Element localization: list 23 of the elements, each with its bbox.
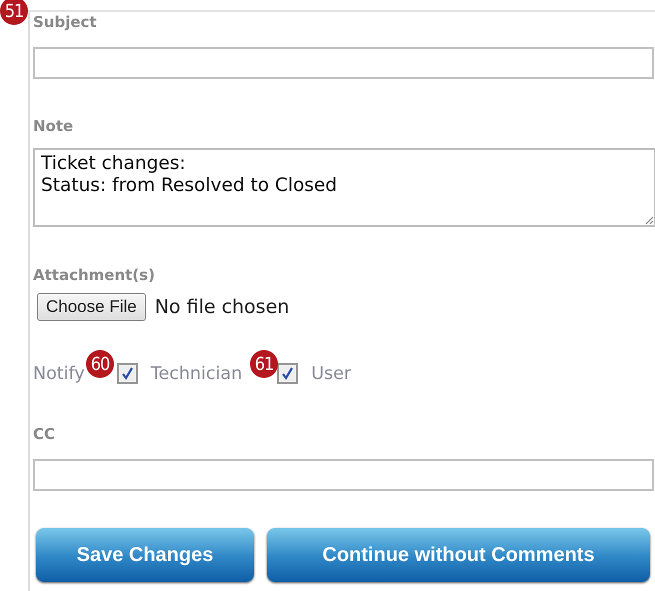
subject-field[interactable] [33,47,654,79]
checkbox-label: Technician [150,364,242,384]
number-badge: 60 [86,350,114,378]
field-label: Attachment(s) [33,266,155,284]
choose-file-button[interactable]: Choose File [37,293,146,321]
field-label: Note [33,117,74,135]
check-icon [120,367,134,380]
number-badge: 51 [0,0,28,25]
resize-grip-icon[interactable] [644,215,654,225]
note-text: Ticket changes: Status: from Resolved to Closed [41,153,338,197]
notify-label: Notify [33,364,85,384]
file-status: No file chosen [154,296,290,318]
cc-field[interactable] [33,459,654,491]
field-label: CC [33,425,56,443]
continue-button[interactable]: Continue without Comments [267,528,650,582]
number-badge: 61 [250,350,278,378]
checkbox[interactable] [116,363,138,384]
save-changes-button[interactable]: Save Changes [36,528,254,582]
checkbox-label: User [311,364,352,384]
checkbox[interactable] [277,363,298,384]
field-label: Subject [33,13,97,31]
note-field[interactable]: Ticket changes: Status: from Resolved to Closed [33,148,655,227]
check-icon [281,367,294,380]
